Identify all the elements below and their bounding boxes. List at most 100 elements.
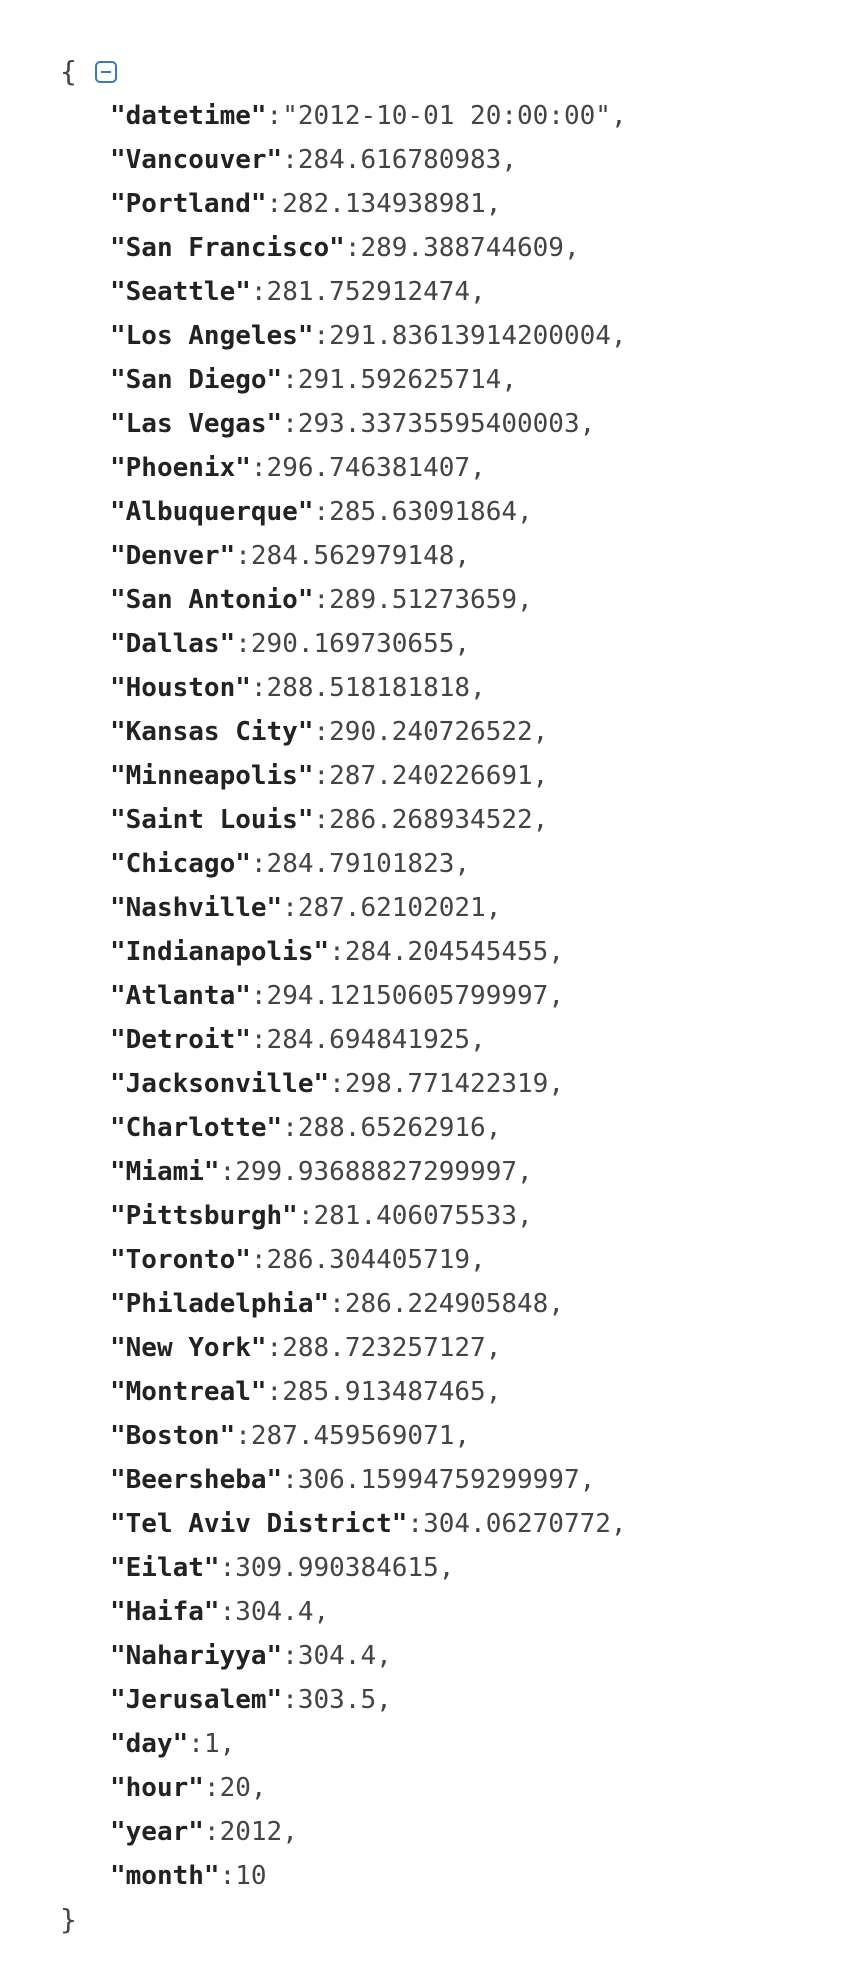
- key-value-separator: :: [235, 629, 251, 659]
- entry-comma: ,: [517, 585, 533, 615]
- key-value-separator: :: [313, 585, 330, 615]
- key-value-separator: :: [282, 1465, 298, 1495]
- key-value-separator: :: [219, 1553, 236, 1583]
- json-entry: "Tel Aviv District":304.06270772,: [60, 1502, 820, 1546]
- key-value-separator: :: [203, 1773, 220, 1803]
- entry-comma: ,: [532, 717, 549, 747]
- json-entry: "Denver":284.562979148,: [60, 534, 820, 578]
- key-value-separator: :: [329, 1069, 345, 1099]
- json-key: "month": [110, 1861, 220, 1891]
- json-key: "Toronto": [110, 1245, 251, 1275]
- json-entry: "Atlanta":294.12150605799997,: [60, 974, 820, 1018]
- json-entry: "Saint Louis":286.268934522,: [60, 798, 820, 842]
- json-entry: "Detroit":284.694841925,: [60, 1018, 820, 1062]
- json-value: 10: [235, 1861, 267, 1891]
- json-value: 287.459569071: [250, 1421, 455, 1451]
- json-value: 290.240726522: [329, 717, 533, 747]
- key-value-separator: :: [203, 1817, 220, 1847]
- key-value-separator: :: [313, 497, 330, 527]
- json-value: 286.224905848: [344, 1289, 549, 1319]
- json-key: "Beersheba": [110, 1465, 283, 1495]
- key-value-separator: :: [313, 321, 330, 351]
- json-key: "Jacksonville": [110, 1069, 330, 1099]
- json-key: "Atlanta": [110, 981, 251, 1011]
- entry-comma: ,: [376, 1685, 392, 1715]
- json-value: 304.4: [235, 1597, 314, 1627]
- json-value: 284.562979148: [250, 541, 455, 571]
- key-value-separator: :: [329, 937, 345, 967]
- entry-comma: ,: [313, 1597, 330, 1627]
- json-entry: "San Diego":291.592625714,: [60, 358, 820, 402]
- json-value: 288.723257127: [282, 1333, 486, 1363]
- entry-comma: ,: [532, 805, 549, 835]
- json-key: "Seattle": [110, 277, 251, 307]
- json-entry: "Boston":287.459569071,: [60, 1414, 820, 1458]
- entry-comma: ,: [282, 1817, 298, 1847]
- json-entry: "Kansas City":290.240726522,: [60, 710, 820, 754]
- json-entry: "Philadelphia":286.224905848,: [60, 1282, 820, 1326]
- json-value: 304.06270772: [423, 1509, 611, 1539]
- key-value-separator: :: [344, 233, 361, 263]
- json-entry: "hour":20,: [60, 1766, 820, 1810]
- json-value: 281.406075533: [313, 1201, 518, 1231]
- json-value: 286.268934522: [329, 805, 533, 835]
- json-value: 288.518181818: [266, 673, 471, 703]
- key-value-separator: :: [266, 1377, 283, 1407]
- json-key: "Dallas": [110, 629, 236, 659]
- json-value: 289.388744609: [360, 233, 564, 263]
- entry-comma: ,: [548, 1069, 564, 1099]
- entry-comma: ,: [485, 189, 502, 219]
- json-entry: "Montreal":285.913487465,: [60, 1370, 820, 1414]
- json-entry: "Pittsburgh":281.406075533,: [60, 1194, 820, 1238]
- json-key: "Los Angeles": [110, 321, 314, 351]
- key-value-separator: :: [407, 1509, 424, 1539]
- key-value-separator: :: [235, 1421, 251, 1451]
- key-value-separator: :: [266, 189, 283, 219]
- json-entry: "month":10: [60, 1854, 820, 1898]
- json-entry: "Jerusalem":303.5,: [60, 1678, 820, 1722]
- json-key: "Boston": [110, 1421, 236, 1451]
- json-key: "Saint Louis": [110, 805, 314, 835]
- entry-comma: ,: [501, 365, 517, 395]
- entry-comma: ,: [548, 937, 564, 967]
- json-key: "Pittsburgh": [110, 1201, 298, 1231]
- key-value-separator: :: [329, 1289, 345, 1319]
- json-value: 287.62102021: [297, 893, 486, 923]
- json-key: "San Francisco": [110, 233, 345, 263]
- open-brace: {: [60, 55, 77, 88]
- entry-comma: ,: [579, 409, 596, 439]
- json-entry: "San Antonio":289.51273659,: [60, 578, 820, 622]
- json-value: 282.134938981: [282, 189, 486, 219]
- json-key: "Detroit": [110, 1025, 251, 1055]
- json-key: "Nashville": [110, 893, 283, 923]
- json-value: 298.771422319: [344, 1069, 549, 1099]
- json-key: "Tel Aviv District": [110, 1509, 408, 1539]
- key-value-separator: :: [282, 365, 298, 395]
- entry-comma: ,: [470, 277, 486, 307]
- key-value-separator: :: [250, 673, 267, 703]
- key-value-separator: :: [266, 101, 283, 131]
- json-value: "2012-10-01 20:00:00": [282, 101, 611, 131]
- key-value-separator: :: [188, 1729, 204, 1759]
- json-value: 281.752912474: [266, 277, 471, 307]
- key-value-separator: :: [282, 1641, 298, 1671]
- json-value: 306.15994759299997: [297, 1465, 580, 1495]
- json-value: 284.204545455: [344, 937, 549, 967]
- collapse-minus-icon[interactable]: [94, 61, 117, 83]
- json-entry: "Albuquerque":285.63091864,: [60, 490, 820, 534]
- entry-comma: ,: [485, 1333, 502, 1363]
- json-value: 284.79101823: [266, 849, 455, 879]
- entry-comma: ,: [454, 849, 471, 879]
- key-value-separator: :: [235, 541, 251, 571]
- json-entry: "Los Angeles":291.83613914200004,: [60, 314, 820, 358]
- json-key: "hour": [110, 1773, 204, 1803]
- json-entry: "Minneapolis":287.240226691,: [60, 754, 820, 798]
- json-entry: "Dallas":290.169730655,: [60, 622, 820, 666]
- json-key: "Houston": [110, 673, 251, 703]
- json-key: "Minneapolis": [110, 761, 314, 791]
- json-key: "Las Vegas": [110, 409, 283, 439]
- json-key: "Eilat": [110, 1553, 220, 1583]
- json-value: 299.93688827299997: [235, 1157, 517, 1187]
- json-key: "Haifa": [110, 1597, 220, 1627]
- entry-comma: ,: [563, 233, 580, 263]
